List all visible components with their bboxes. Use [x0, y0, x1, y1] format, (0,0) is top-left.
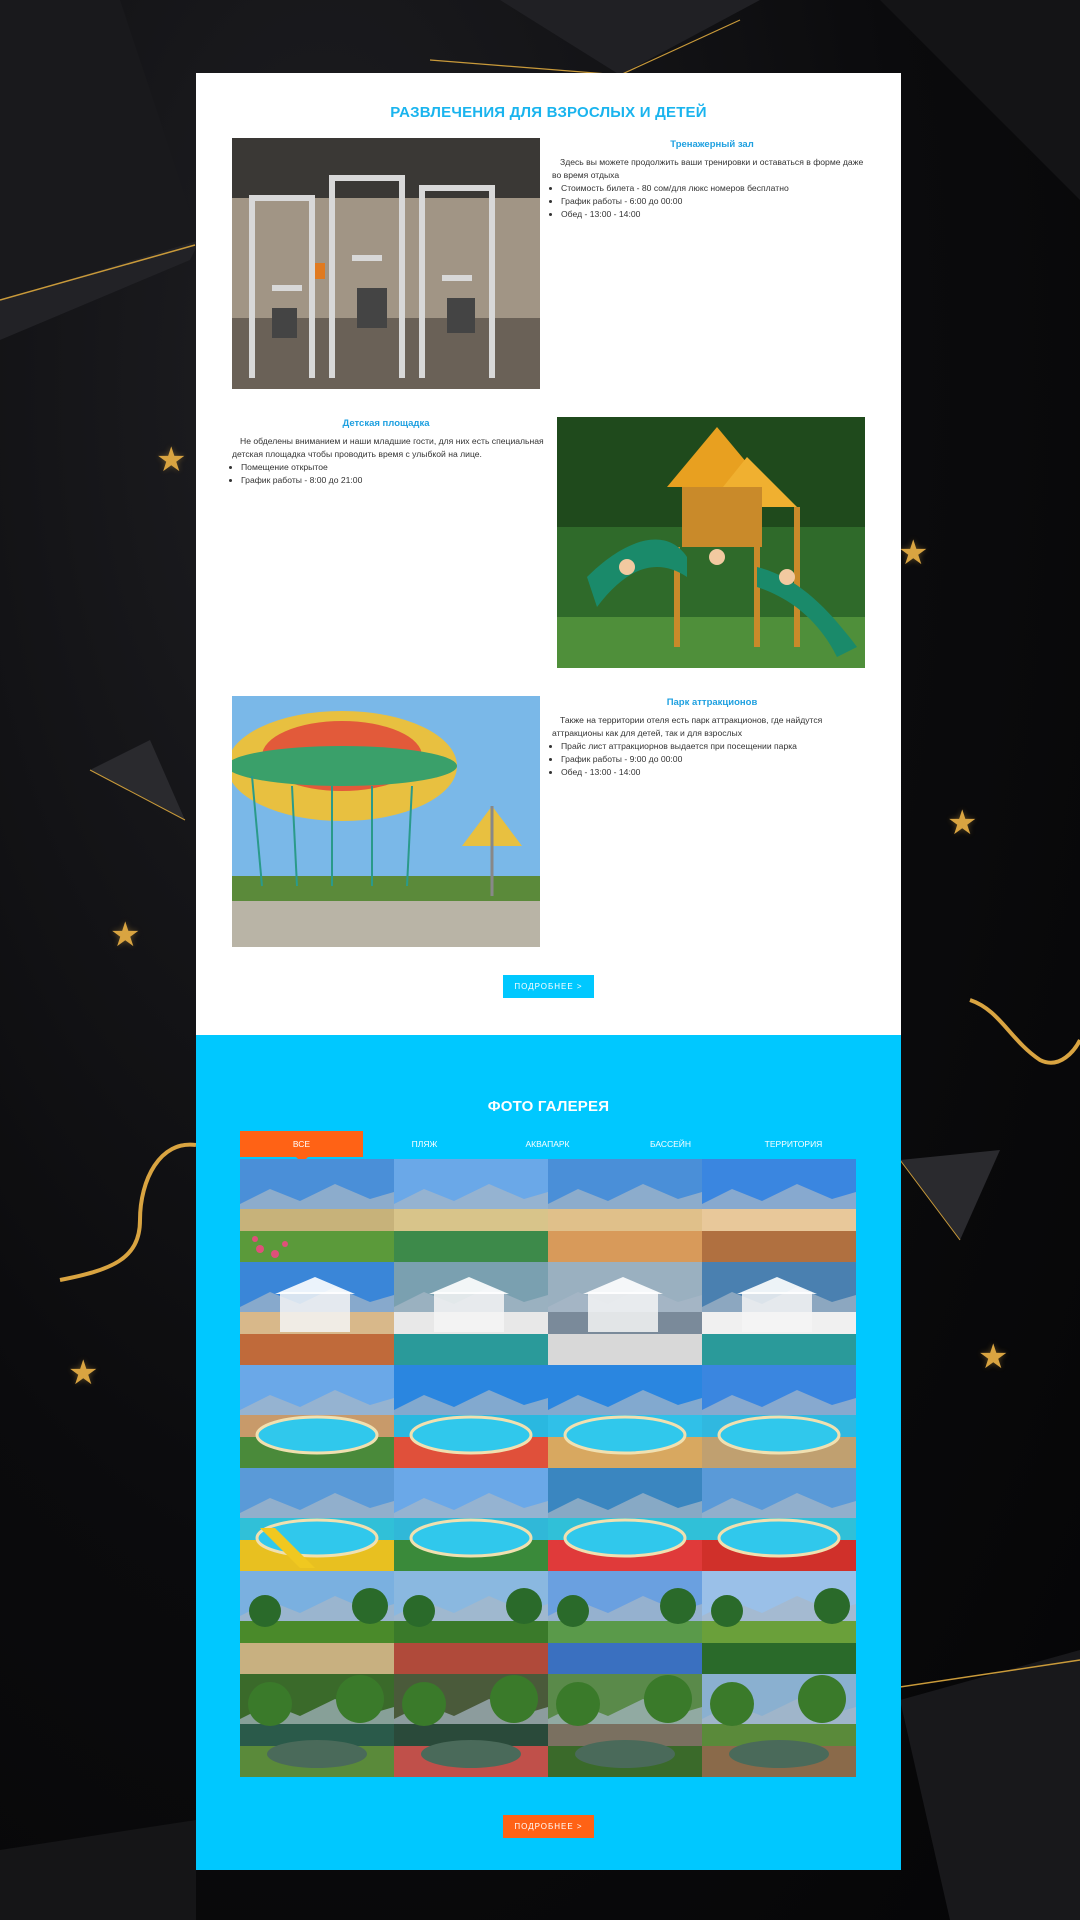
- gallery-photo[interactable]: [548, 1571, 702, 1674]
- playground-photo: [557, 417, 865, 668]
- gallery-photo[interactable]: [702, 1262, 856, 1365]
- gym-photo: [232, 138, 540, 389]
- gym-intro: Здесь вы можете продолжить ваши трениров…: [552, 157, 864, 180]
- star-icon: ★: [68, 1354, 99, 1392]
- park-intro: Также на территории отеля есть парк аттр…: [552, 715, 823, 738]
- list-item: Обед - 13:00 - 14:00: [561, 766, 872, 779]
- star-icon: ★: [898, 534, 929, 572]
- star-icon: ★: [110, 916, 141, 954]
- gallery-photo[interactable]: [394, 1159, 548, 1262]
- tab-aquapark[interactable]: АКВАПАРК: [486, 1131, 609, 1157]
- gallery-photo[interactable]: [702, 1674, 856, 1777]
- gym-title: Тренажерный зал: [670, 139, 754, 150]
- section-title: РАЗВЛЕЧЕНИЯ ДЛЯ ВЗРОСЛЫХ И ДЕТЕЙ: [390, 104, 707, 121]
- playground-title: Детская площадка: [342, 418, 430, 429]
- tab-beach[interactable]: ПЛЯЖ: [363, 1131, 486, 1157]
- gallery-photo[interactable]: [240, 1674, 394, 1777]
- list-item: Обед - 13:00 - 14:00: [561, 208, 872, 221]
- star-icon: ★: [947, 804, 978, 842]
- main-content-panel: РАЗВЛЕЧЕНИЯ ДЛЯ ВЗРОСЛЫХ И ДЕТЕЙ Тренаже…: [196, 73, 901, 1870]
- tab-territory[interactable]: ТЕРРИТОРИЯ: [732, 1131, 855, 1157]
- tab-all[interactable]: ВСЕ: [240, 1131, 363, 1163]
- list-item: Прайс лист аттракциорнов выдается при по…: [561, 740, 872, 753]
- gallery-photo[interactable]: [702, 1571, 856, 1674]
- park-photo: [232, 696, 540, 947]
- gallery-photo[interactable]: [548, 1468, 702, 1571]
- gallery-photo[interactable]: [240, 1468, 394, 1571]
- gallery-photo[interactable]: [702, 1468, 856, 1571]
- playground-intro: Не обделены вниманием и наши младшие гос…: [232, 436, 544, 459]
- gallery-tabs: ВСЕ ПЛЯЖ АКВАПАРК БАССЕЙН ТЕРРИТОРИЯ: [240, 1131, 856, 1163]
- gallery-photo[interactable]: [394, 1468, 548, 1571]
- park-description: Также на территории отеля есть парк аттр…: [552, 714, 872, 779]
- gallery-photo[interactable]: [702, 1159, 856, 1262]
- gallery-photo[interactable]: [548, 1159, 702, 1262]
- star-icon: ★: [978, 1338, 1009, 1376]
- playground-description: Не обделены вниманием и наши младшие гос…: [232, 435, 544, 487]
- entertainment-section: РАЗВЛЕЧЕНИЯ ДЛЯ ВЗРОСЛЫХ И ДЕТЕЙ Тренаже…: [196, 73, 901, 1035]
- tab-pool[interactable]: БАССЕЙН: [609, 1131, 732, 1157]
- gallery-photo[interactable]: [240, 1159, 394, 1262]
- gallery-more-button[interactable]: ПОДРОБНЕЕ >: [503, 1815, 594, 1838]
- gallery-photo[interactable]: [240, 1365, 394, 1468]
- list-item: График работы - 6:00 до 00:00: [561, 195, 872, 208]
- park-title: Парк аттракционов: [666, 697, 758, 708]
- list-item: Стоимость билета - 80 сом/для люкс номер…: [561, 182, 872, 195]
- gallery-grid: [240, 1159, 856, 1777]
- gallery-photo[interactable]: [394, 1262, 548, 1365]
- list-item: Помещение открытое: [241, 461, 544, 474]
- gallery-photo[interactable]: [548, 1262, 702, 1365]
- gallery-photo[interactable]: [240, 1262, 394, 1365]
- gallery-photo[interactable]: [394, 1571, 548, 1674]
- gallery-photo[interactable]: [394, 1674, 548, 1777]
- gallery-photo[interactable]: [548, 1365, 702, 1468]
- gallery-photo[interactable]: [702, 1365, 856, 1468]
- gym-description: Здесь вы можете продолжить ваши трениров…: [552, 156, 872, 221]
- gallery-photo[interactable]: [548, 1674, 702, 1777]
- gallery-title: ФОТО ГАЛЕРЕЯ: [487, 1098, 610, 1115]
- list-item: График работы - 8:00 до 21:00: [241, 474, 544, 487]
- entertainment-more-button[interactable]: ПОДРОБНЕЕ >: [503, 975, 594, 998]
- gallery-photo[interactable]: [394, 1365, 548, 1468]
- list-item: График работы - 9:00 до 00:00: [561, 753, 872, 766]
- star-icon: ★: [156, 441, 187, 479]
- gallery-photo[interactable]: [240, 1571, 394, 1674]
